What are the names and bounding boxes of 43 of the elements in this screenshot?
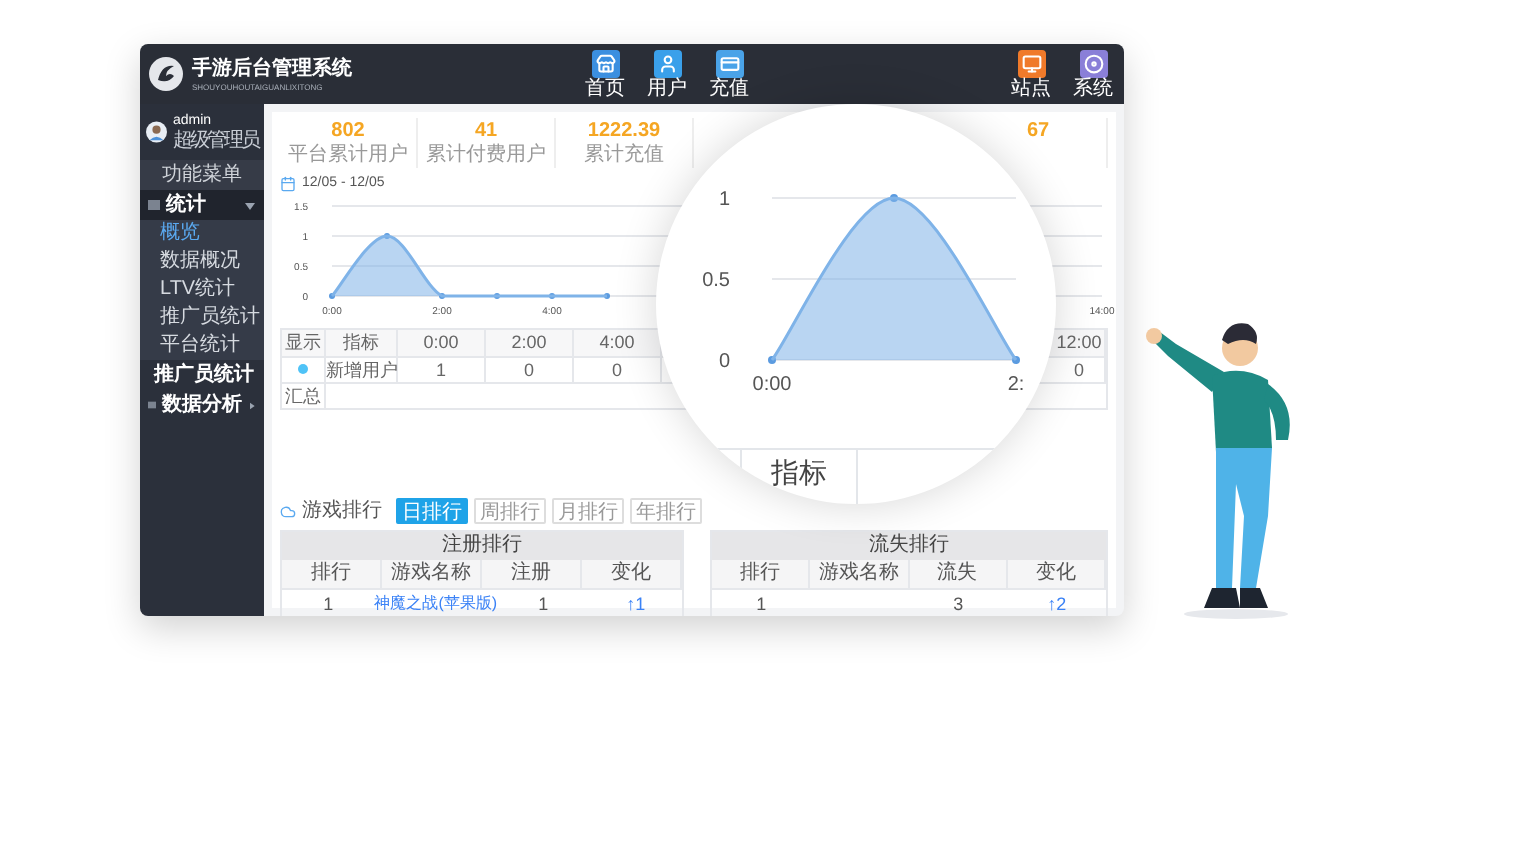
section-title: 游戏排行: [302, 497, 382, 526]
menu-heading: 功能菜单: [140, 160, 264, 190]
column-header: 指标: [326, 329, 398, 355]
app-title: 手游后台管理系统: [192, 57, 352, 81]
table-cell: 1: [398, 357, 486, 381]
table-cell: 0: [486, 357, 574, 381]
column-header: 排行: [282, 559, 382, 587]
column-header: 游戏名称: [382, 559, 482, 587]
table-title: 流失排行: [712, 531, 1106, 559]
stat-value: 802: [331, 118, 365, 143]
stat-label: 累计付费用户: [426, 144, 546, 168]
column-header: 变化: [582, 559, 682, 587]
table-title: 注册排行: [282, 531, 682, 559]
table-cell-text: 3: [951, 591, 966, 616]
table-cell-text: 1: [536, 591, 551, 616]
table-cell: 0: [574, 357, 662, 381]
column-header: 2:00: [486, 329, 574, 355]
stat-label: 平台累计用户: [288, 144, 408, 168]
axis-label: 0.5: [702, 270, 730, 292]
column-header: 流失: [909, 559, 1008, 587]
column-header: 0:00: [398, 329, 486, 355]
column-header: 注册: [482, 559, 582, 587]
stat-label: 累计充值: [584, 144, 664, 168]
stat-value: 67: [1026, 118, 1050, 144]
table-cell-text: 1: [754, 591, 769, 616]
table-cell: 0: [1054, 357, 1106, 381]
stat-value: 41: [474, 118, 498, 143]
summary-label: 汇总: [282, 383, 326, 407]
axis-label: 0: [718, 351, 730, 373]
column-header: 排行: [712, 559, 811, 587]
column-header: 指标: [742, 450, 858, 504]
axis-label: 2:: [1007, 374, 1025, 396]
table-cell-text: ↑1: [624, 591, 648, 616]
axis-label: 0:00: [752, 374, 792, 396]
user-role: 超级管理员: [173, 130, 258, 152]
table-cell-text: ↑2: [1045, 591, 1069, 616]
table-cell-text: 1: [321, 591, 336, 616]
column-header: 变化: [1007, 559, 1106, 587]
axis-label: 1: [718, 189, 730, 211]
table-cell: 新增用户: [326, 357, 398, 381]
column-header: 游戏名称: [810, 559, 909, 587]
stat-value: 1222.39: [587, 118, 661, 143]
column-header: 显示: [282, 329, 326, 355]
